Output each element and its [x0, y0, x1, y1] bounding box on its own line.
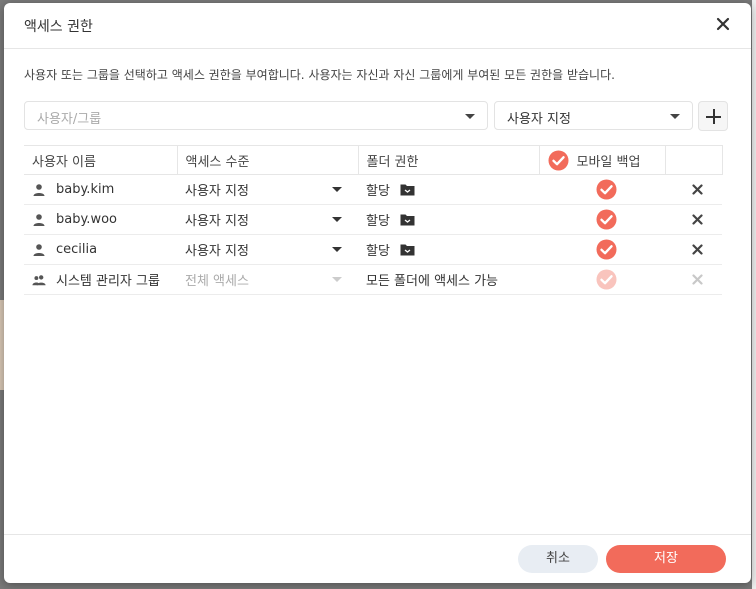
group-icon: [32, 274, 46, 285]
close-icon[interactable]: [715, 16, 731, 32]
permissions-table: 사용자 이름 액세스 수준 폴더 권한 모바일 백업 baby.kim 사용자 …: [24, 145, 723, 295]
check-icon[interactable]: [548, 150, 569, 171]
check-icon[interactable]: [596, 239, 617, 260]
access-level-dropdown[interactable]: 사용자 지정: [185, 180, 358, 199]
remove-icon[interactable]: [692, 184, 703, 195]
cancel-button[interactable]: 취소: [518, 545, 598, 573]
header-folder-permission: 폴더 권한: [358, 145, 540, 175]
dropdown-caret-icon: [465, 114, 475, 119]
header-mobile-backup[interactable]: 모바일 백업: [539, 145, 666, 175]
user-name: baby.kim: [56, 182, 115, 197]
header-access-level: 액세스 수준: [177, 145, 359, 175]
access-level-dropdown: 전체 액세스: [185, 270, 358, 289]
folder-icon: [400, 184, 415, 196]
folder-permission-value: 할당: [366, 214, 390, 229]
folder-permission[interactable]: 할당: [366, 180, 539, 199]
check-icon[interactable]: [596, 209, 617, 230]
user-name: 시스템 관리자 그룹: [56, 274, 160, 289]
table-header-row: 사용자 이름 액세스 수준 폴더 권한 모바일 백업: [24, 145, 723, 175]
table-row: cecilia 사용자 지정 할당: [24, 234, 722, 265]
folder-permission[interactable]: 할당: [366, 210, 539, 229]
folder-permission-value: 모든 폴더에 액세스 가능: [366, 274, 498, 289]
access-level-dropdown[interactable]: 사용자 지정: [185, 240, 358, 259]
table-row: 시스템 관리자 그룹 전체 액세스 모든 폴더에 액세스 가능: [24, 264, 722, 295]
user-name: cecilia: [56, 242, 98, 257]
background-edge: [752, 0, 756, 589]
dialog-title: 액세스 권한: [24, 19, 93, 35]
save-button[interactable]: 저장: [606, 545, 726, 573]
dropdown-caret-icon: [332, 187, 342, 192]
access-level-value: 전체 액세스: [185, 274, 249, 289]
table-row: baby.kim 사용자 지정 할당: [24, 174, 722, 205]
access-level-value: 사용자 지정: [185, 184, 249, 199]
access-level-value: 사용자 지정: [185, 214, 249, 229]
remove-icon[interactable]: [692, 214, 703, 225]
folder-icon: [400, 244, 415, 256]
access-permissions-dialog: 액세스 권한 사용자 또는 그룹을 선택하고 액세스 권한을 부여합니다. 사용…: [4, 3, 751, 583]
mobile-backup-label: 모바일 백업: [576, 154, 641, 170]
user-group-placeholder: 사용자/그룹: [37, 112, 102, 127]
access-level-value: 사용자 지정: [507, 112, 571, 127]
remove-icon: [692, 274, 703, 285]
folder-permission[interactable]: 할당: [366, 240, 539, 259]
header-user-name: 사용자 이름: [24, 145, 178, 175]
folder-permission-value: 할당: [366, 184, 390, 199]
header-actions: [665, 145, 723, 175]
access-level-select[interactable]: 사용자 지정: [494, 101, 693, 130]
access-level-dropdown[interactable]: 사용자 지정: [185, 210, 358, 229]
add-button[interactable]: [698, 101, 728, 131]
folder-permission: 모든 폴더에 액세스 가능: [366, 270, 539, 289]
dialog-footer: 취소 저장: [4, 534, 751, 583]
dropdown-caret-icon: [332, 217, 342, 222]
dropdown-caret-icon: [670, 114, 680, 119]
user-icon: [33, 243, 45, 256]
user-icon: [33, 213, 45, 226]
folder-permission-value: 할당: [366, 244, 390, 259]
dialog-description: 사용자 또는 그룹을 선택하고 액세스 권한을 부여합니다. 사용자는 자신과 …: [24, 68, 615, 82]
access-level-value: 사용자 지정: [185, 244, 249, 259]
dropdown-caret-icon: [332, 277, 342, 282]
remove-icon[interactable]: [692, 244, 703, 255]
check-icon: [596, 269, 616, 290]
dialog-header: 액세스 권한: [4, 3, 751, 49]
user-group-select[interactable]: 사용자/그룹: [24, 101, 488, 130]
user-name: baby.woo: [56, 212, 117, 227]
dropdown-caret-icon: [332, 247, 342, 252]
user-icon: [33, 183, 45, 196]
table-row: baby.woo 사용자 지정 할당: [24, 204, 722, 235]
folder-icon: [400, 214, 415, 226]
check-icon[interactable]: [596, 179, 617, 200]
